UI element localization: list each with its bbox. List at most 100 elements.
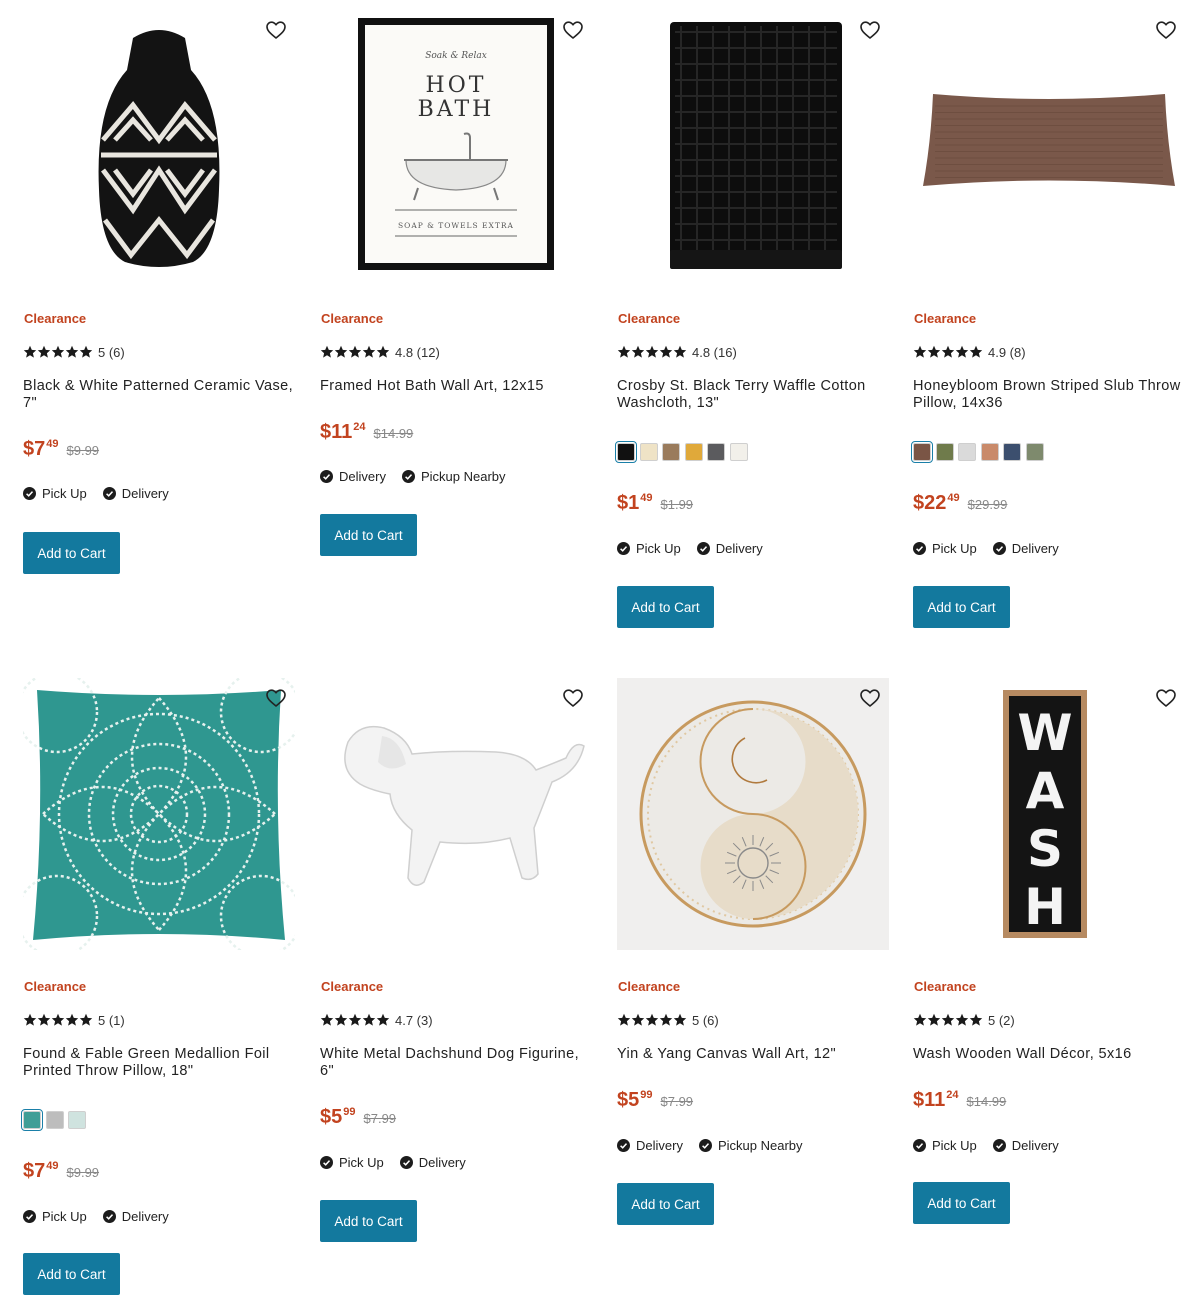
product-image[interactable] xyxy=(913,10,1185,282)
product-image[interactable] xyxy=(23,10,295,282)
fulfillment-option[interactable]: Delivery xyxy=(102,1209,169,1224)
fulfillment-label: Pick Up xyxy=(636,541,681,556)
fulfillment-option[interactable]: Pickup Nearby xyxy=(698,1138,803,1153)
product-title[interactable]: White Metal Dachshund Dog Figurine, 6" xyxy=(320,1046,592,1080)
fulfillment-label: Delivery xyxy=(1011,541,1059,556)
add-to-cart-button[interactable]: Add to Cart xyxy=(617,586,714,628)
star-rating-icons xyxy=(617,345,687,359)
product-card[interactable]: Clearance 4.9 (8) Honeybloom Brown Striped… xyxy=(911,0,1185,628)
fulfillment-option[interactable]: Delivery xyxy=(617,1138,683,1153)
fulfillment-option[interactable]: Delivery xyxy=(696,541,763,556)
product-card[interactable]: Clearance 5 (1) Found & Fable Green Medall… xyxy=(21,668,295,1295)
product-image[interactable] xyxy=(23,678,295,950)
add-to-cart-button[interactable]: Add to Cart xyxy=(913,1182,1010,1224)
color-swatch[interactable] xyxy=(21,1109,43,1131)
svg-text:Soak & Relax: Soak & Relax xyxy=(425,51,487,61)
color-swatch[interactable] xyxy=(45,1111,64,1129)
wishlist-heart-icon[interactable] xyxy=(562,687,584,709)
product-title[interactable]: Yin & Yang Canvas Wall Art, 12" xyxy=(617,1046,889,1063)
fulfillment-option[interactable]: Pick Up xyxy=(913,1138,977,1153)
add-to-cart-button[interactable]: Add to Cart xyxy=(320,1200,417,1242)
svg-text:A: A xyxy=(1026,762,1065,820)
fulfillment-option[interactable]: Delivery xyxy=(102,486,169,501)
product-card[interactable]: Soak & Relax HOT BATH SOAP & TOWELS EXTR… xyxy=(320,0,592,556)
product-title[interactable]: Wash Wooden Wall Décor, 5x16 xyxy=(913,1046,1185,1063)
fulfillment-option[interactable]: Pick Up xyxy=(913,541,977,556)
add-to-cart-button[interactable]: Add to Cart xyxy=(320,514,417,556)
original-price: $7.99 xyxy=(363,1111,397,1126)
rating[interactable]: 5 (2) xyxy=(913,1013,1015,1028)
svg-text:HOT: HOT xyxy=(426,73,487,98)
fulfillment-option[interactable]: Pick Up xyxy=(617,541,681,556)
fulfillment-label: Pickup Nearby xyxy=(420,469,506,484)
star-icon xyxy=(51,1013,65,1027)
product-card[interactable]: WASH Clearance 5 (2) Wash Wooden Wall Déco… xyxy=(913,668,1185,1224)
product-image[interactable]: Soak & Relax HOT BATH SOAP & TOWELS EXTR… xyxy=(320,10,592,282)
star-rating-icons xyxy=(320,1013,390,1027)
wishlist-heart-icon[interactable] xyxy=(1155,19,1177,41)
fulfillment-options: Pick Up Delivery xyxy=(320,1155,482,1170)
product-card[interactable]: Clearance 4.8 (16) Crosby St. Black Terry … xyxy=(615,0,889,628)
fulfillment-option[interactable]: Pick Up xyxy=(320,1155,384,1170)
star-icon xyxy=(659,1013,673,1027)
product-image[interactable] xyxy=(320,678,592,950)
wishlist-heart-icon[interactable] xyxy=(859,19,881,41)
color-swatch[interactable] xyxy=(1025,443,1044,461)
fulfillment-option[interactable]: Delivery xyxy=(399,1155,466,1170)
fulfillment-option[interactable]: Delivery xyxy=(992,541,1059,556)
star-icon xyxy=(969,345,983,359)
fulfillment-option[interactable]: Delivery xyxy=(992,1138,1059,1153)
product-title[interactable]: Honeybloom Brown Striped Slub Throw Pill… xyxy=(913,378,1185,412)
sale-price: $11 xyxy=(320,421,353,443)
product-title[interactable]: Black & White Patterned Ceramic Vase, 7" xyxy=(23,378,295,412)
star-icon xyxy=(65,1013,79,1027)
price: $11 24 $14.99 xyxy=(320,421,413,444)
color-swatch[interactable] xyxy=(68,1111,86,1129)
product-image[interactable] xyxy=(617,10,889,282)
add-to-cart-button[interactable]: Add to Cart xyxy=(617,1183,714,1225)
product-card[interactable]: Clearance 5 (6) Black & White Patterned Ce… xyxy=(23,0,295,574)
clearance-tag: Clearance xyxy=(321,979,384,994)
product-card[interactable]: Clearance 4.7 (3) White Metal Dachshund Do… xyxy=(320,668,592,1242)
color-swatch[interactable] xyxy=(980,443,999,461)
product-title[interactable]: Found & Fable Green Medallion Foil Print… xyxy=(23,1046,295,1080)
rating[interactable]: 4.9 (8) xyxy=(913,345,1026,360)
check-circle-icon xyxy=(102,487,116,500)
color-swatch[interactable] xyxy=(707,443,725,461)
fulfillment-label: Delivery xyxy=(121,486,169,501)
product-title[interactable]: Framed Hot Bath Wall Art, 12x15 xyxy=(320,378,592,395)
star-icon xyxy=(941,345,955,359)
wishlist-heart-icon[interactable] xyxy=(1155,687,1177,709)
wishlist-heart-icon[interactable] xyxy=(265,19,287,41)
color-swatch[interactable] xyxy=(639,443,658,461)
color-swatch[interactable] xyxy=(615,441,637,463)
wishlist-heart-icon[interactable] xyxy=(562,19,584,41)
rating[interactable]: 5 (6) xyxy=(617,1013,719,1028)
color-swatch[interactable] xyxy=(684,443,703,461)
wishlist-heart-icon[interactable] xyxy=(859,687,881,709)
color-swatch[interactable] xyxy=(911,441,933,463)
fulfillment-option[interactable]: Delivery xyxy=(320,469,386,484)
wishlist-heart-icon[interactable] xyxy=(265,687,287,709)
color-swatch[interactable] xyxy=(958,443,976,461)
rating[interactable]: 5 (1) xyxy=(23,1013,125,1028)
color-swatch[interactable] xyxy=(729,443,748,461)
color-swatch[interactable] xyxy=(1003,443,1021,461)
add-to-cart-button[interactable]: Add to Cart xyxy=(23,1253,120,1295)
product-card[interactable]: Clearance 5 (6) Yin & Yang Canvas Wall Art… xyxy=(617,668,889,1225)
fulfillment-option[interactable]: Pick Up xyxy=(23,486,87,501)
rating[interactable]: 4.8 (12) xyxy=(320,345,440,360)
rating[interactable]: 4.8 (16) xyxy=(617,345,737,360)
star-icon xyxy=(362,1013,376,1027)
product-image[interactable]: WASH xyxy=(913,678,1185,950)
color-swatch[interactable] xyxy=(935,443,954,461)
fulfillment-option[interactable]: Pick Up xyxy=(23,1209,87,1224)
product-title[interactable]: Crosby St. Black Terry Waffle Cotton Was… xyxy=(617,378,889,412)
product-image[interactable] xyxy=(617,678,889,950)
add-to-cart-button[interactable]: Add to Cart xyxy=(913,586,1010,628)
fulfillment-option[interactable]: Pickup Nearby xyxy=(401,469,506,484)
color-swatch[interactable] xyxy=(662,443,680,461)
add-to-cart-button[interactable]: Add to Cart xyxy=(23,532,120,574)
rating[interactable]: 4.7 (3) xyxy=(320,1013,433,1028)
rating[interactable]: 5 (6) xyxy=(23,345,125,360)
